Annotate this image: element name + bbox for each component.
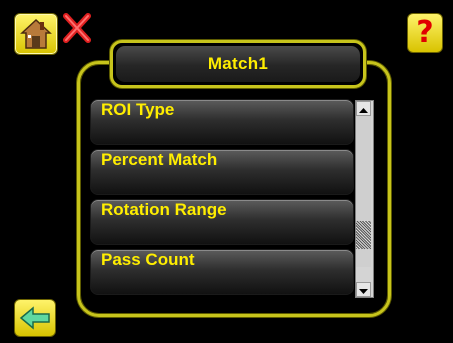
page-title: Match1	[116, 46, 360, 82]
menu-list: ROI Type Percent Match Rotation Range Pa…	[90, 99, 354, 299]
home-icon	[20, 18, 52, 49]
list-item-label: Rotation Range	[101, 200, 227, 219]
help-icon: ?	[416, 15, 434, 50]
list-item-label: Pass Count	[101, 250, 195, 269]
help-button[interactable]: ?	[407, 13, 443, 53]
close-button[interactable]	[62, 12, 92, 44]
back-arrow-icon	[19, 306, 50, 330]
list-item-rotation-range[interactable]: Rotation Range	[90, 199, 354, 245]
close-icon	[63, 13, 91, 43]
list-item-label: ROI Type	[101, 100, 175, 119]
chevron-down-icon	[359, 289, 368, 294]
home-button[interactable]	[14, 13, 58, 55]
list-item-label: Percent Match	[101, 150, 218, 169]
scroll-track[interactable]	[356, 116, 371, 267]
list-item-roi-type[interactable]: ROI Type	[90, 99, 354, 145]
list-item-pass-count[interactable]: Pass Count	[90, 249, 354, 295]
list-item-percent-match[interactable]: Percent Match	[90, 149, 354, 195]
back-button[interactable]	[14, 299, 56, 337]
scroll-up-button[interactable]	[356, 101, 371, 116]
scroll-thumb[interactable]	[356, 221, 371, 249]
scroll-down-button[interactable]	[356, 282, 371, 297]
scrollbar[interactable]	[355, 100, 374, 298]
title-tab: Match1	[110, 40, 366, 88]
